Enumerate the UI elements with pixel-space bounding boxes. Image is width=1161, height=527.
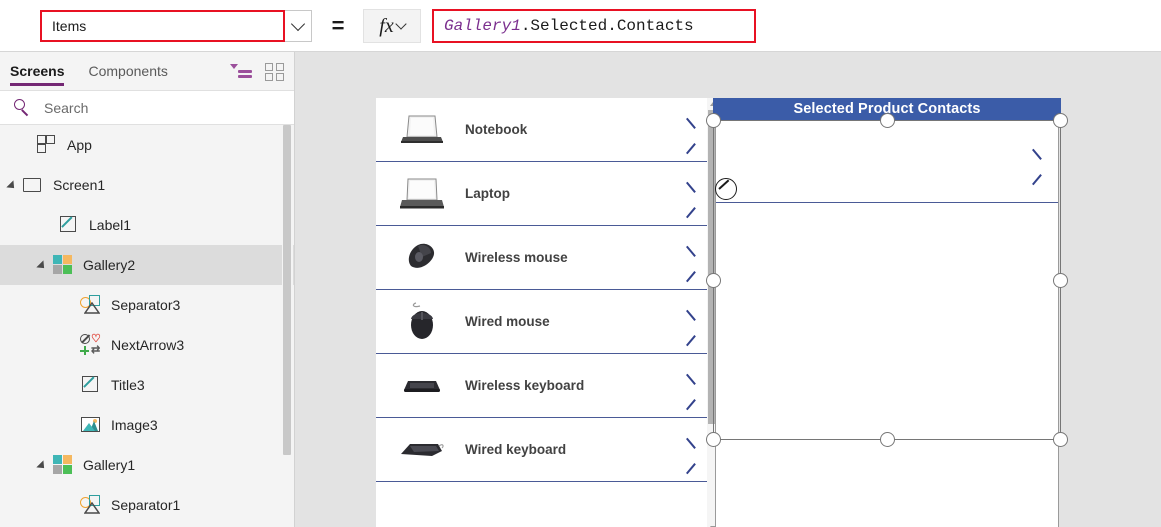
property-dropdown-toggle[interactable]	[285, 11, 311, 41]
tree-node-separator1[interactable]: Separator1	[0, 485, 294, 520]
gallery1-item-title: Laptop	[465, 186, 510, 201]
wireless-keyboard-image	[398, 366, 446, 406]
gallery-icon	[52, 254, 74, 276]
formula-bar: Items = fx Gallery1 .Selected.Contacts	[0, 0, 1161, 52]
handle-bottom-left[interactable]	[706, 432, 721, 447]
gallery1-item-title: Wired mouse	[465, 314, 550, 329]
gallery2-control[interactable]: Selected Product Contacts	[713, 98, 1063, 527]
thumbnail-view-icon[interactable]	[264, 62, 286, 82]
wireless-mouse-image	[398, 238, 446, 278]
tree-view-icon[interactable]	[230, 62, 252, 82]
twisty-placeholder	[22, 139, 34, 151]
tab-components[interactable]: Components	[88, 52, 167, 90]
tree-node-label: Screen1	[53, 177, 106, 193]
property-name-field[interactable]: Items	[40, 10, 285, 42]
handle-middle-right[interactable]	[1053, 273, 1068, 288]
edit-pencil-icon[interactable]	[715, 178, 737, 200]
fx-button[interactable]: fx	[363, 9, 421, 43]
tree-view-panel: Screens Components App Screen1	[0, 52, 295, 527]
twisty-expand-icon[interactable]	[38, 459, 50, 471]
image-icon	[80, 414, 102, 436]
gallery1-item-title: Wired keyboard	[465, 442, 567, 457]
tree-node-label: NextArrow3	[111, 337, 185, 353]
app-canvas: Notebook Laptop Wireless mouse Wired mou…	[295, 52, 1161, 527]
tree-node-label: Separator1	[111, 497, 181, 513]
shapes-icon	[80, 494, 102, 516]
laptop-image	[398, 174, 446, 214]
equals-sign: =	[331, 13, 345, 38]
tree-node-title3[interactable]: Title3	[0, 365, 294, 405]
gallery1-item-title: Wireless keyboard	[465, 378, 585, 393]
tree-node-label1[interactable]: Label1	[0, 205, 294, 245]
handle-top-right[interactable]	[1053, 113, 1068, 128]
tree-node-separator3[interactable]: Separator3	[0, 285, 294, 325]
tree-node-label: App	[67, 137, 92, 153]
gallery1-item[interactable]: Wireless mouse	[376, 226, 712, 290]
shapes-icon	[80, 294, 102, 316]
tree-node-label: Gallery2	[83, 257, 136, 273]
handle-bottom-center[interactable]	[880, 432, 895, 447]
next-arrow-icon[interactable]	[682, 309, 698, 346]
label-icon	[58, 214, 80, 236]
handle-top-center[interactable]	[880, 113, 895, 128]
tree-node-screen1[interactable]: Screen1	[0, 165, 294, 205]
tree-node-label: Label1	[89, 217, 132, 233]
wired-mouse-image	[398, 301, 446, 342]
property-selector[interactable]: Items	[40, 10, 312, 42]
chevron-down-icon	[290, 16, 306, 32]
tree-node-app[interactable]: App	[0, 125, 294, 165]
next-arrow-icon[interactable]	[682, 117, 698, 154]
tree-node-image3[interactable]: Image3	[0, 405, 294, 445]
gallery1-item[interactable]: Notebook	[376, 98, 712, 162]
tree-view-options	[230, 62, 286, 82]
wired-keyboard-image	[398, 430, 446, 470]
next-arrow-icon[interactable]	[682, 245, 698, 282]
next-arrow-icon[interactable]	[682, 437, 698, 474]
formula-identifier-token: Gallery1	[444, 17, 521, 35]
gallery2-body[interactable]	[715, 120, 1059, 527]
tree-node-gallery2[interactable]: Gallery2	[0, 245, 294, 285]
next-arrow-icon[interactable]	[682, 181, 698, 218]
next-arrow-icon[interactable]	[682, 373, 698, 410]
search-row[interactable]	[0, 90, 294, 125]
screen-icon	[22, 174, 44, 196]
next-arrow-icon[interactable]	[1028, 148, 1044, 186]
search-icon	[14, 98, 32, 117]
tree-node-label: Image3	[111, 417, 158, 433]
tree-tab-strip: Screens Components	[0, 52, 294, 90]
gallery2-empty-area	[716, 204, 1058, 527]
fx-icon: fx	[379, 14, 394, 37]
label-icon	[80, 374, 102, 396]
gallery1-item[interactable]: Wired mouse	[376, 290, 712, 354]
chevron-down-icon	[395, 18, 407, 30]
gallery1-item[interactable]: Laptop	[376, 162, 712, 226]
twisty-expand-icon[interactable]	[38, 259, 50, 271]
gallery1-item-title: Notebook	[465, 122, 528, 137]
twisty-expand-icon[interactable]	[8, 179, 20, 191]
tree-node-label: Title3	[111, 377, 145, 393]
tree-node-list: App Screen1 Label1 Gallery2 Separator3 ♡…	[0, 125, 294, 520]
tree-node-gallery1[interactable]: Gallery1	[0, 445, 294, 485]
icons-icon: ♡ ⇄	[80, 334, 102, 356]
handle-top-left[interactable]	[706, 113, 721, 128]
formula-input[interactable]: Gallery1 .Selected.Contacts	[432, 9, 756, 43]
formula-rest-token: .Selected.Contacts	[520, 17, 694, 35]
tree-node-nextarrow3[interactable]: ♡ ⇄ NextArrow3	[0, 325, 294, 365]
tab-screens[interactable]: Screens	[10, 52, 65, 90]
notebook-image	[398, 110, 446, 150]
gallery-icon	[52, 454, 74, 476]
app-icon	[36, 134, 58, 156]
search-input[interactable]	[42, 98, 266, 117]
handle-bottom-right[interactable]	[1053, 432, 1068, 447]
tree-scrollbar[interactable]	[282, 125, 293, 520]
gallery2-item[interactable]	[716, 121, 1058, 203]
gallery1-control[interactable]: Notebook Laptop Wireless mouse Wired mou…	[376, 98, 712, 527]
gallery1-item[interactable]: Wireless keyboard	[376, 354, 712, 418]
tree-node-label: Gallery1	[83, 457, 136, 473]
handle-middle-left[interactable]	[706, 273, 721, 288]
tree-node-label: Separator3	[111, 297, 181, 313]
gallery1-item[interactable]: Wired keyboard	[376, 418, 712, 482]
gallery1-item-title: Wireless mouse	[465, 250, 568, 265]
tree-scrollbar-thumb[interactable]	[283, 125, 291, 455]
